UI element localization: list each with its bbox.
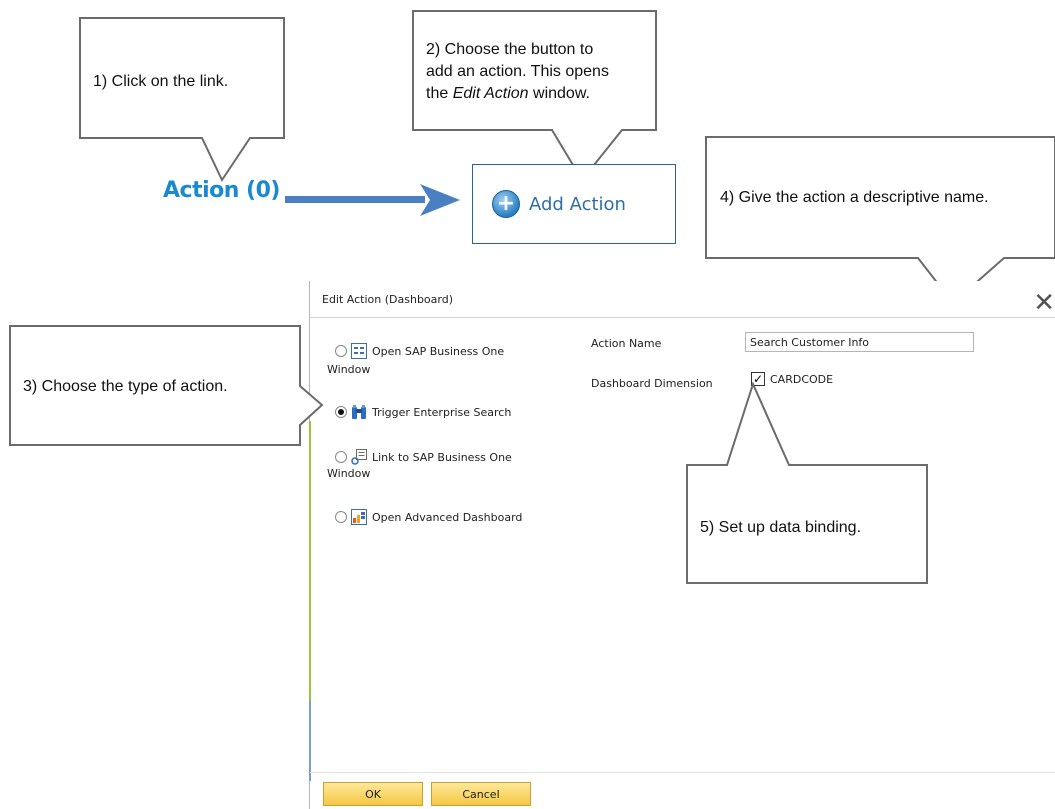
callout-5-text: 5) Set up data binding.	[700, 519, 862, 536]
callout-3-text: 3) Choose the type of action.	[23, 378, 228, 395]
callout-5-shape	[686, 381, 928, 584]
callout-shapes-front	[9, 325, 928, 584]
